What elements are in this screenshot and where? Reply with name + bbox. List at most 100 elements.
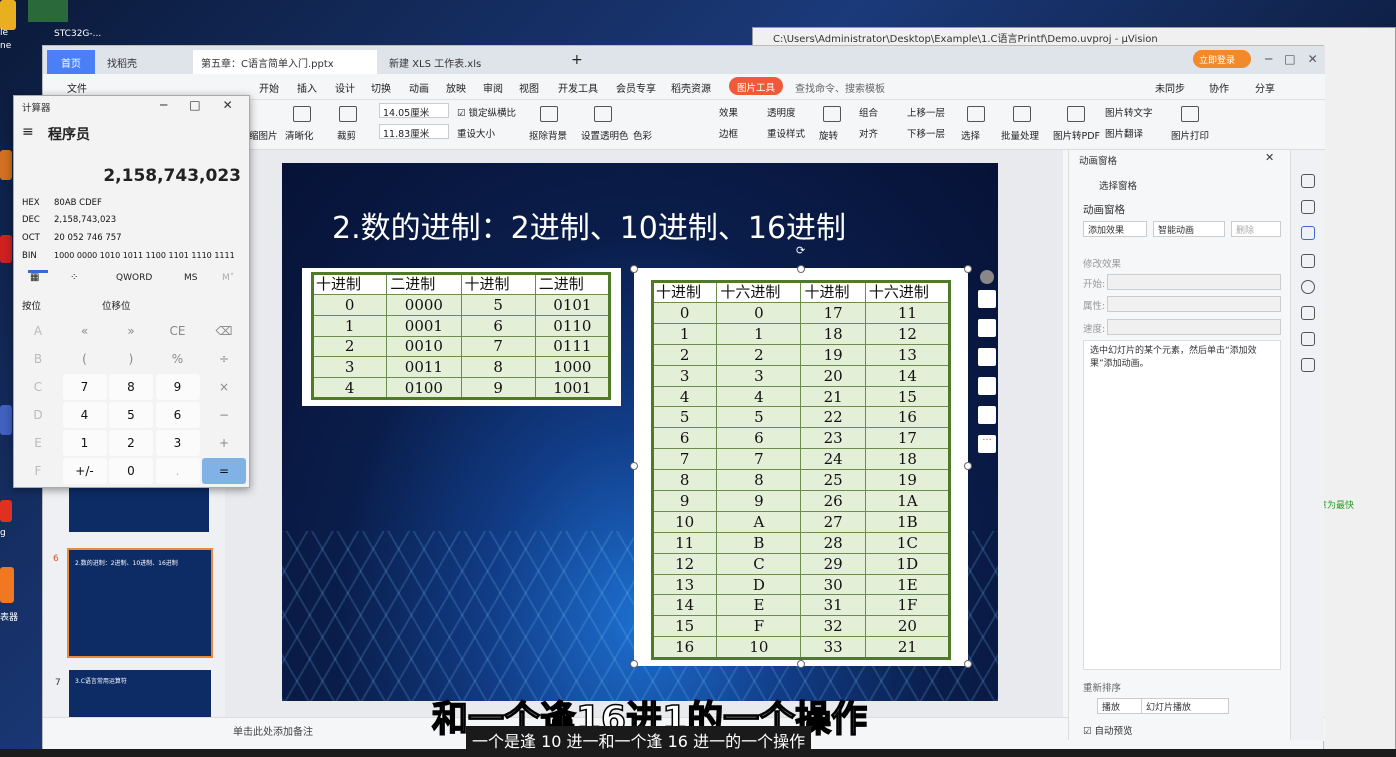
height-input[interactable]: 11.83厘米 — [379, 124, 449, 140]
ribbon-print[interactable]: 图片打印 — [1171, 128, 1209, 142]
calc-key[interactable]: ) — [109, 346, 153, 372]
menu-resources[interactable]: 稻壳资源 — [671, 80, 711, 95]
calc-key[interactable]: . — [155, 458, 200, 484]
calc-key[interactable]: 4 — [62, 402, 107, 428]
menu-icon[interactable]: ≡ — [22, 124, 34, 140]
speed-select[interactable] — [1107, 319, 1281, 335]
calc-key[interactable]: 6 — [155, 402, 200, 428]
crop-icon[interactable] — [339, 106, 357, 122]
new-tab-button[interactable]: + — [567, 50, 589, 74]
ribbon-color[interactable]: 色彩 — [633, 128, 652, 142]
menu-view[interactable]: 视图 — [519, 80, 539, 95]
bitshift-menu[interactable]: 位移位 — [102, 298, 131, 312]
width-input[interactable]: 14.05厘米 — [379, 103, 449, 119]
calc-key[interactable]: F — [16, 458, 60, 484]
calc-key[interactable]: = — [202, 458, 246, 484]
desktop-app-icon[interactable] — [0, 405, 12, 435]
calc-key[interactable]: 7 — [62, 374, 107, 400]
tab-template[interactable]: 找稻壳 — [99, 50, 189, 74]
calc-key[interactable]: CE — [155, 318, 200, 344]
close-icon[interactable]: ✕ — [1265, 151, 1274, 164]
bit-toggle-icon[interactable]: ⁘ — [70, 272, 78, 283]
resize-handle[interactable] — [630, 462, 638, 470]
binary-table-box[interactable]: 十进制 二进制 十进制 二进制 0 0000 5 0101 1 0001 6 0110 2 0010 7 01… — [302, 268, 621, 406]
ribbon-compress[interactable]: 缩图片 — [249, 128, 278, 142]
zoom-icon[interactable] — [978, 319, 996, 337]
menu-slideshow[interactable]: 放映 — [446, 80, 466, 95]
reset-size-button[interactable]: 重设大小 — [457, 126, 495, 140]
menu-review[interactable]: 审阅 — [483, 80, 503, 95]
ribbon-translate[interactable]: 图片翻译 — [1105, 126, 1143, 140]
ribbon-crop[interactable]: 裁剪 — [337, 128, 356, 142]
calc-key[interactable]: % — [155, 346, 200, 372]
batch-icon[interactable] — [1013, 106, 1031, 122]
layers-icon[interactable] — [978, 290, 996, 308]
desktop-app-icon[interactable] — [0, 0, 16, 30]
tab-home[interactable]: 首页 — [47, 50, 95, 74]
collaborate-button[interactable]: 协作 — [1209, 80, 1229, 95]
slide[interactable]: 2.数的进制：2进制、10进制、16进制 十进制 二进制 十进制 二进制 0 0000 5 0… — [282, 163, 998, 701]
search-command[interactable]: 查找命令、搜索模板 — [795, 80, 885, 95]
ribbon-batch[interactable]: 批量处理 — [1001, 128, 1039, 142]
thumbnail-5[interactable] — [69, 482, 209, 532]
print-icon[interactable] — [1181, 106, 1199, 122]
sync-status[interactable]: 未同步 — [1155, 80, 1185, 95]
calc-key[interactable]: « — [62, 318, 107, 344]
bulb-icon[interactable] — [978, 377, 996, 395]
animation-pin-icon[interactable] — [1301, 226, 1315, 240]
ribbon-rotate[interactable]: 旋转 — [819, 128, 838, 142]
desktop-app-icon[interactable] — [0, 567, 14, 603]
resize-handle[interactable] — [630, 265, 638, 273]
menu-devtools[interactable]: 开发工具 — [558, 80, 598, 95]
collapse-icon[interactable] — [980, 270, 994, 284]
start-select[interactable] — [1107, 274, 1281, 290]
resize-handle[interactable] — [630, 660, 638, 668]
calc-key[interactable]: E — [16, 430, 60, 456]
wps-desktop-icon[interactable] — [0, 500, 12, 522]
memory-store-button[interactable]: MS — [184, 273, 197, 283]
ribbon-effect[interactable]: 效果 — [719, 105, 738, 119]
ribbon-to-pdf[interactable]: 图片转PDF — [1053, 128, 1100, 142]
calculator-window[interactable]: 计算器 ─□✕ ≡ 程序员 2,158,743,023 HEX 80AB CDE… — [13, 95, 250, 488]
menu-file[interactable]: 文件 — [67, 80, 87, 95]
calc-key[interactable]: » — [109, 318, 153, 344]
calc-key[interactable]: 9 — [155, 374, 200, 400]
slideshow-button[interactable]: 幻灯片播放 — [1141, 698, 1229, 714]
menu-transition[interactable]: 切换 — [371, 80, 391, 95]
rotate-icon[interactable] — [823, 106, 841, 122]
thumbnail-6[interactable]: 2.数的进制：2进制、10进制、16进制 — [67, 548, 213, 658]
add-effect-button[interactable]: 添加效果 — [1083, 221, 1147, 237]
transparent-icon[interactable] — [594, 106, 612, 122]
resize-handle[interactable] — [797, 660, 805, 668]
ribbon-border[interactable]: 边框 — [719, 126, 738, 140]
calculator-window-controls[interactable]: ─□✕ — [160, 98, 255, 112]
ribbon-send-backward[interactable]: 下移一层 — [907, 126, 945, 140]
calc-key[interactable]: A — [16, 318, 60, 344]
ribbon-transparency[interactable]: 透明度 — [767, 105, 796, 119]
hex-label[interactable]: HEX — [22, 198, 40, 208]
oct-label[interactable]: OCT — [22, 233, 40, 243]
location-icon[interactable] — [1301, 332, 1315, 346]
calc-key[interactable]: 5 — [109, 402, 153, 428]
delete-button[interactable]: 删除 — [1231, 221, 1281, 237]
ribbon-bring-forward[interactable]: 上移一层 — [907, 105, 945, 119]
autopreview-checkbox[interactable]: ☑ 自动预览 — [1083, 723, 1133, 737]
calc-key[interactable]: 8 — [109, 374, 153, 400]
stc-app-icon[interactable] — [28, 0, 68, 22]
tab-pptx[interactable]: 第五章：C语言简单入门.pptx — [193, 50, 377, 74]
calc-key[interactable]: 0 — [109, 458, 153, 484]
bitwise-menu[interactable]: 按位 — [22, 298, 41, 312]
ribbon-group[interactable]: 组合 — [859, 105, 878, 119]
lock-ratio-checkbox[interactable]: ☑ 锁定纵横比 — [457, 105, 516, 119]
calc-key[interactable]: B — [16, 346, 60, 372]
word-size-button[interactable]: QWORD — [116, 273, 152, 283]
desktop-app-icon[interactable] — [0, 150, 12, 180]
crop-icon[interactable] — [978, 348, 996, 366]
memory-button[interactable]: M˅ — [222, 273, 234, 283]
ribbon-select[interactable]: 选择 — [961, 128, 980, 142]
rotate-handle-icon[interactable]: ⟳ — [796, 244, 805, 257]
clarify-icon[interactable] — [293, 106, 311, 122]
rocket-icon[interactable] — [1301, 174, 1315, 188]
property-select[interactable] — [1107, 296, 1281, 312]
calc-key[interactable]: 2 — [109, 430, 153, 456]
